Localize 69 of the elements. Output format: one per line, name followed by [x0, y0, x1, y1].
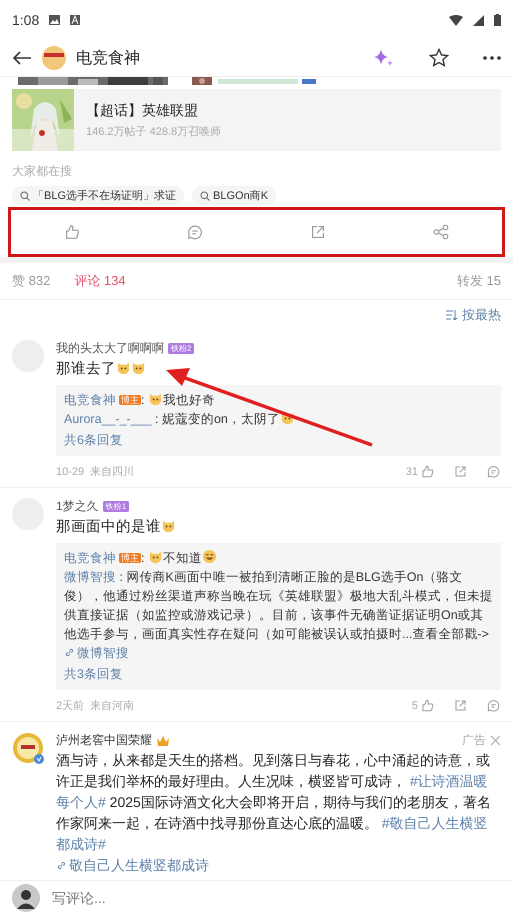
brand-avatar-icon[interactable]: [12, 732, 44, 764]
more-icon[interactable]: [483, 56, 501, 60]
author-badge: 博主: [119, 553, 141, 563]
image-icon: [49, 15, 60, 25]
like-count: 5: [412, 700, 418, 712]
back-icon[interactable]: [12, 50, 32, 66]
username[interactable]: 1梦之久: [56, 498, 99, 515]
search-icon: [20, 190, 30, 200]
like-count: 31: [406, 466, 418, 478]
repost-icon[interactable]: [453, 698, 468, 713]
battery-icon: [494, 14, 501, 26]
link-icon: [64, 647, 75, 658]
close-icon[interactable]: [490, 735, 501, 746]
topic-title: 【超话】英雄联盟: [86, 102, 199, 120]
sparkle-icon[interactable]: [373, 48, 395, 68]
author-badge: 博主: [119, 395, 141, 405]
comment-date: 2天前: [56, 699, 84, 713]
topic-stats: 146.2万帖子 428.8万召唤师: [86, 124, 222, 138]
topic-card[interactable]: 【超话】英雄联盟 146.2万帖子 428.8万召唤师: [12, 89, 501, 151]
cat-emoji-icon: [131, 360, 146, 375]
crown-icon: [156, 734, 170, 746]
cat-emoji-icon: [148, 391, 163, 406]
user-avatar-icon[interactable]: [12, 884, 40, 912]
reply-count-link[interactable]: 共3条回复: [64, 665, 123, 684]
trending-label: 大家都在搜: [12, 163, 73, 180]
comment-location: 来自四川: [90, 465, 134, 479]
reply-text: 电竞食神 博主 : 我也好奇: [64, 391, 216, 409]
sort-option[interactable]: 按最热: [462, 306, 501, 324]
share-icon[interactable]: [432, 223, 450, 241]
username[interactable]: 我的头太大了啊啊啊: [56, 340, 164, 357]
comment-input[interactable]: 写评论...: [50, 889, 501, 907]
fan-badge: 铁粉1: [102, 501, 130, 512]
like-icon[interactable]: [420, 464, 435, 479]
search-chip[interactable]: 「BLG选手不在场证明」求证: [12, 186, 184, 205]
avatar-icon[interactable]: [42, 46, 66, 70]
link-icon: [56, 860, 67, 871]
repost-icon[interactable]: [453, 464, 468, 479]
font-icon: [70, 15, 80, 25]
like-icon[interactable]: [63, 223, 82, 241]
signal-icon: [473, 14, 484, 26]
fan-badge: 铁粉2: [168, 343, 194, 354]
wifi-icon: [449, 14, 463, 26]
stats-tab[interactable]: 评论 134: [74, 272, 126, 290]
reply-count-link[interactable]: 共6条回复: [64, 431, 123, 450]
sort-icon[interactable]: [446, 310, 458, 320]
reply-text: 电竞食神 博主 : 不知道: [64, 549, 493, 568]
comment-date: 10-29: [56, 466, 84, 478]
comment-text: 那谁去了: [56, 359, 501, 379]
page-title: 电竞食神: [76, 48, 141, 68]
comment-icon[interactable]: [486, 464, 501, 479]
status-time: 1:08: [12, 12, 40, 28]
comment-text: 那画面中的是谁: [56, 517, 501, 537]
reply-text: Aurora__-_-___ : 妮蔻变的on，太阴了: [64, 410, 493, 429]
cat-emoji-icon: [148, 549, 163, 564]
advertiser-name[interactable]: 泸州老窖中国荣耀: [56, 732, 152, 749]
cat-emoji-icon: [161, 518, 176, 533]
comment-location: 来自河南: [90, 699, 134, 713]
cat-emoji-icon: [280, 410, 295, 425]
search-chip[interactable]: BLGOn商K: [192, 186, 276, 205]
search-icon: [200, 190, 210, 200]
ad-text: 酒与诗，从来都是天生的搭档。见到落日与春花，心中涌起的诗意，或许正是我们举杯的最好理由。人生况味，横竖皆可成诗， #让诗酒温暖每个人# 2025国际诗酒文化大会即将开启，期待与我们的老朋友，著名作家阿来一起，在诗酒中找寻那份直达心底的温暖。 #敬自己人生横竖都成诗# 敬自己人生横竖都成诗: [56, 751, 492, 875]
comment-icon[interactable]: [486, 698, 501, 713]
like-icon[interactable]: [420, 698, 435, 713]
laughing-emoji-icon: [202, 549, 217, 564]
star-icon[interactable]: [429, 48, 449, 68]
ad-label: 广告: [462, 732, 486, 749]
reply-text: 微博智搜 : 网传商K画面中唯一被拍到清晰正脸的是BLG选手On（骆文俊），他通过粉丝渠道声称当晚在玩《英雄联盟》极地大乱斗模式，但未提供直接证据（如监控或游戏记录）。目前，该事件无确凿证据证明On或其他选手参与，画面真实性存在疑问（如可能被误认或拍摄时...查看全部戳-> 微博智搜: [64, 569, 493, 662]
cat-emoji-icon: [116, 360, 131, 375]
comment-icon[interactable]: [186, 223, 204, 241]
